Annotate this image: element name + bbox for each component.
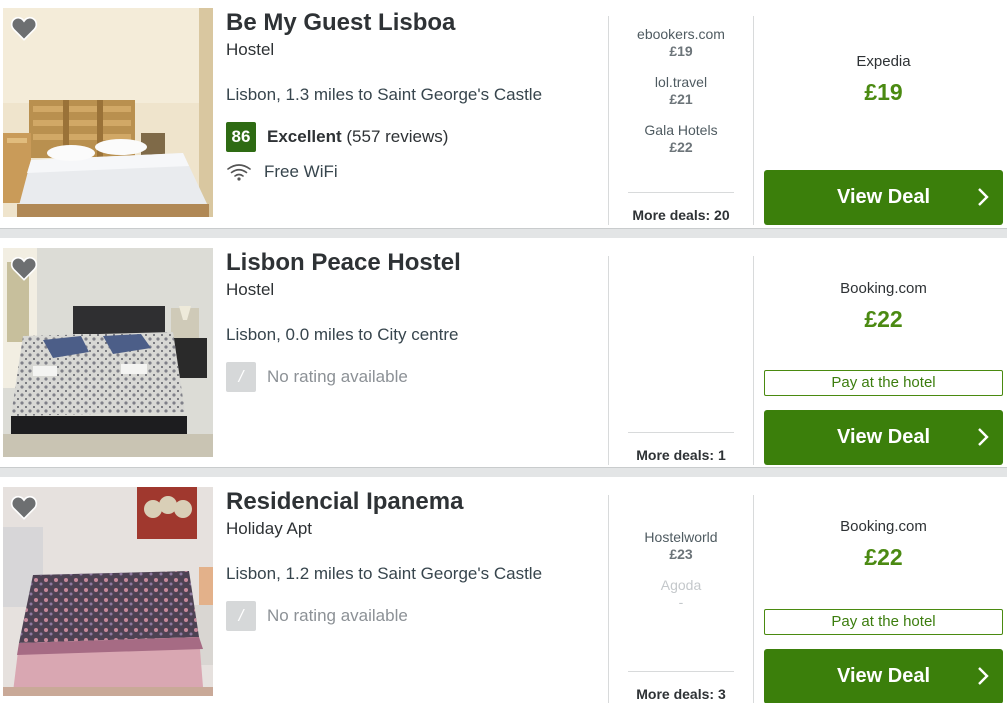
- rating-row[interactable]: 86 Excellent (557 reviews): [226, 122, 596, 152]
- best-deal-provider: Booking.com: [840, 518, 927, 535]
- accommodation-type: Hostel: [226, 40, 275, 59]
- more-deals-link[interactable]: More deals: 3: [628, 671, 734, 703]
- result-card-1: Be My Guest Lisboa Hostel Lisbon, 1.3 mi…: [0, 8, 1007, 230]
- best-deal-price: £22: [864, 306, 903, 332]
- view-deal-button[interactable]: View Deal: [764, 170, 1003, 225]
- review-count: (557 reviews): [346, 127, 449, 146]
- deal-item: Agoda -: [610, 577, 752, 611]
- amenity-label: Free WiFi: [264, 162, 338, 181]
- favorite-heart-icon[interactable]: [10, 494, 38, 520]
- pay-at-hotel-badge: Pay at the hotel: [764, 609, 1003, 635]
- deal-provider: Hostelworld: [644, 529, 718, 545]
- best-deal: Booking.com £22 Pay at the hotel View De…: [764, 248, 1003, 465]
- deal-price: -: [678, 594, 684, 610]
- divider: [753, 495, 754, 703]
- hotel-name[interactable]: Be My Guest Lisboa: [226, 8, 596, 38]
- hotel-location: Lisbon, 0.0 miles to City centre: [226, 325, 459, 344]
- best-deal: Booking.com £22 Pay at the hotel View De…: [764, 487, 1003, 703]
- divider: [608, 495, 609, 703]
- hotel-info: Residencial Ipanema Holiday Apt Lisbon, …: [226, 487, 596, 631]
- more-deals-link[interactable]: More deals: 1: [628, 432, 734, 465]
- divider: [608, 16, 609, 225]
- other-deals: More deals: 1: [610, 248, 752, 465]
- hotel-name[interactable]: Residencial Ipanema: [226, 487, 596, 517]
- rating-label: No rating available: [267, 606, 408, 625]
- best-deal-provider: Booking.com: [840, 280, 927, 297]
- rating-score: 86: [226, 122, 256, 152]
- rating-row: / No rating available: [226, 601, 596, 631]
- result-card-2: Lisbon Peace Hostel Hostel Lisbon, 0.0 m…: [0, 248, 1007, 470]
- best-deal: Expedia £19 View Deal: [764, 8, 1003, 225]
- rating-text: Excellent (557 reviews): [267, 127, 448, 147]
- deal-provider: Agoda: [660, 577, 702, 593]
- hotel-info: Lisbon Peace Hostel Hostel Lisbon, 0.0 m…: [226, 248, 596, 392]
- deal-price: £21: [669, 91, 693, 107]
- hotel-photo[interactable]: [3, 487, 213, 696]
- deal-provider: Gala Hotels: [644, 122, 718, 138]
- other-deals: Hostelworld £23 Agoda - More deals: 3: [610, 487, 752, 703]
- accommodation-type: Hostel: [226, 280, 275, 299]
- divider: [608, 256, 609, 465]
- best-deal-price: £19: [864, 79, 903, 105]
- deal-item[interactable]: Hostelworld £23: [610, 529, 752, 563]
- card-separator: [0, 467, 1007, 477]
- deal-item[interactable]: ebookers.com £19: [610, 26, 752, 60]
- chevron-right-icon: [978, 667, 989, 685]
- deal-provider: ebookers.com: [637, 26, 725, 42]
- accommodation-type: Holiday Apt: [226, 519, 312, 538]
- rating-row: / No rating available: [226, 362, 596, 392]
- divider: [753, 16, 754, 225]
- deal-provider: lol.travel: [654, 74, 708, 90]
- amenity-wifi: Free WiFi: [226, 162, 596, 182]
- deal-price: £23: [669, 546, 693, 562]
- chevron-right-icon: [978, 188, 989, 206]
- hotel-photo[interactable]: [3, 248, 213, 457]
- deal-price: £22: [669, 139, 693, 155]
- hotel-name[interactable]: Lisbon Peace Hostel: [226, 248, 596, 278]
- deal-item[interactable]: lol.travel £21: [610, 74, 752, 108]
- hotel-info: Be My Guest Lisboa Hostel Lisbon, 1.3 mi…: [226, 8, 596, 182]
- more-deals-link[interactable]: More deals: 20: [628, 192, 734, 225]
- card-separator: [0, 228, 1007, 238]
- view-deal-button[interactable]: View Deal: [764, 649, 1003, 703]
- rating-score: /: [226, 362, 256, 392]
- view-deal-label: View Deal: [836, 665, 931, 687]
- deal-price: £19: [669, 43, 693, 59]
- other-deals: ebookers.com £19 lol.travel £21 Gala Hot…: [610, 8, 752, 225]
- hotel-location: Lisbon, 1.2 miles to Saint George's Cast…: [226, 564, 543, 583]
- favorite-heart-icon[interactable]: [10, 15, 38, 41]
- deal-item[interactable]: Gala Hotels £22: [610, 122, 752, 156]
- rating-label: Excellent: [267, 127, 342, 146]
- wifi-icon: [227, 164, 251, 181]
- pay-at-hotel-badge: Pay at the hotel: [764, 370, 1003, 396]
- hotel-photo[interactable]: [3, 8, 213, 217]
- view-deal-label: View Deal: [836, 186, 931, 208]
- divider: [753, 256, 754, 465]
- rating-label: No rating available: [267, 367, 408, 386]
- chevron-right-icon: [978, 428, 989, 446]
- view-deal-label: View Deal: [836, 426, 931, 448]
- best-deal-provider: Expedia: [856, 53, 911, 70]
- hotel-location: Lisbon, 1.3 miles to Saint George's Cast…: [226, 85, 543, 104]
- best-deal-price: £22: [864, 544, 903, 570]
- view-deal-button[interactable]: View Deal: [764, 410, 1003, 465]
- favorite-heart-icon[interactable]: [10, 255, 38, 281]
- result-card-3: Residencial Ipanema Holiday Apt Lisbon, …: [0, 487, 1007, 703]
- rating-score: /: [226, 601, 256, 631]
